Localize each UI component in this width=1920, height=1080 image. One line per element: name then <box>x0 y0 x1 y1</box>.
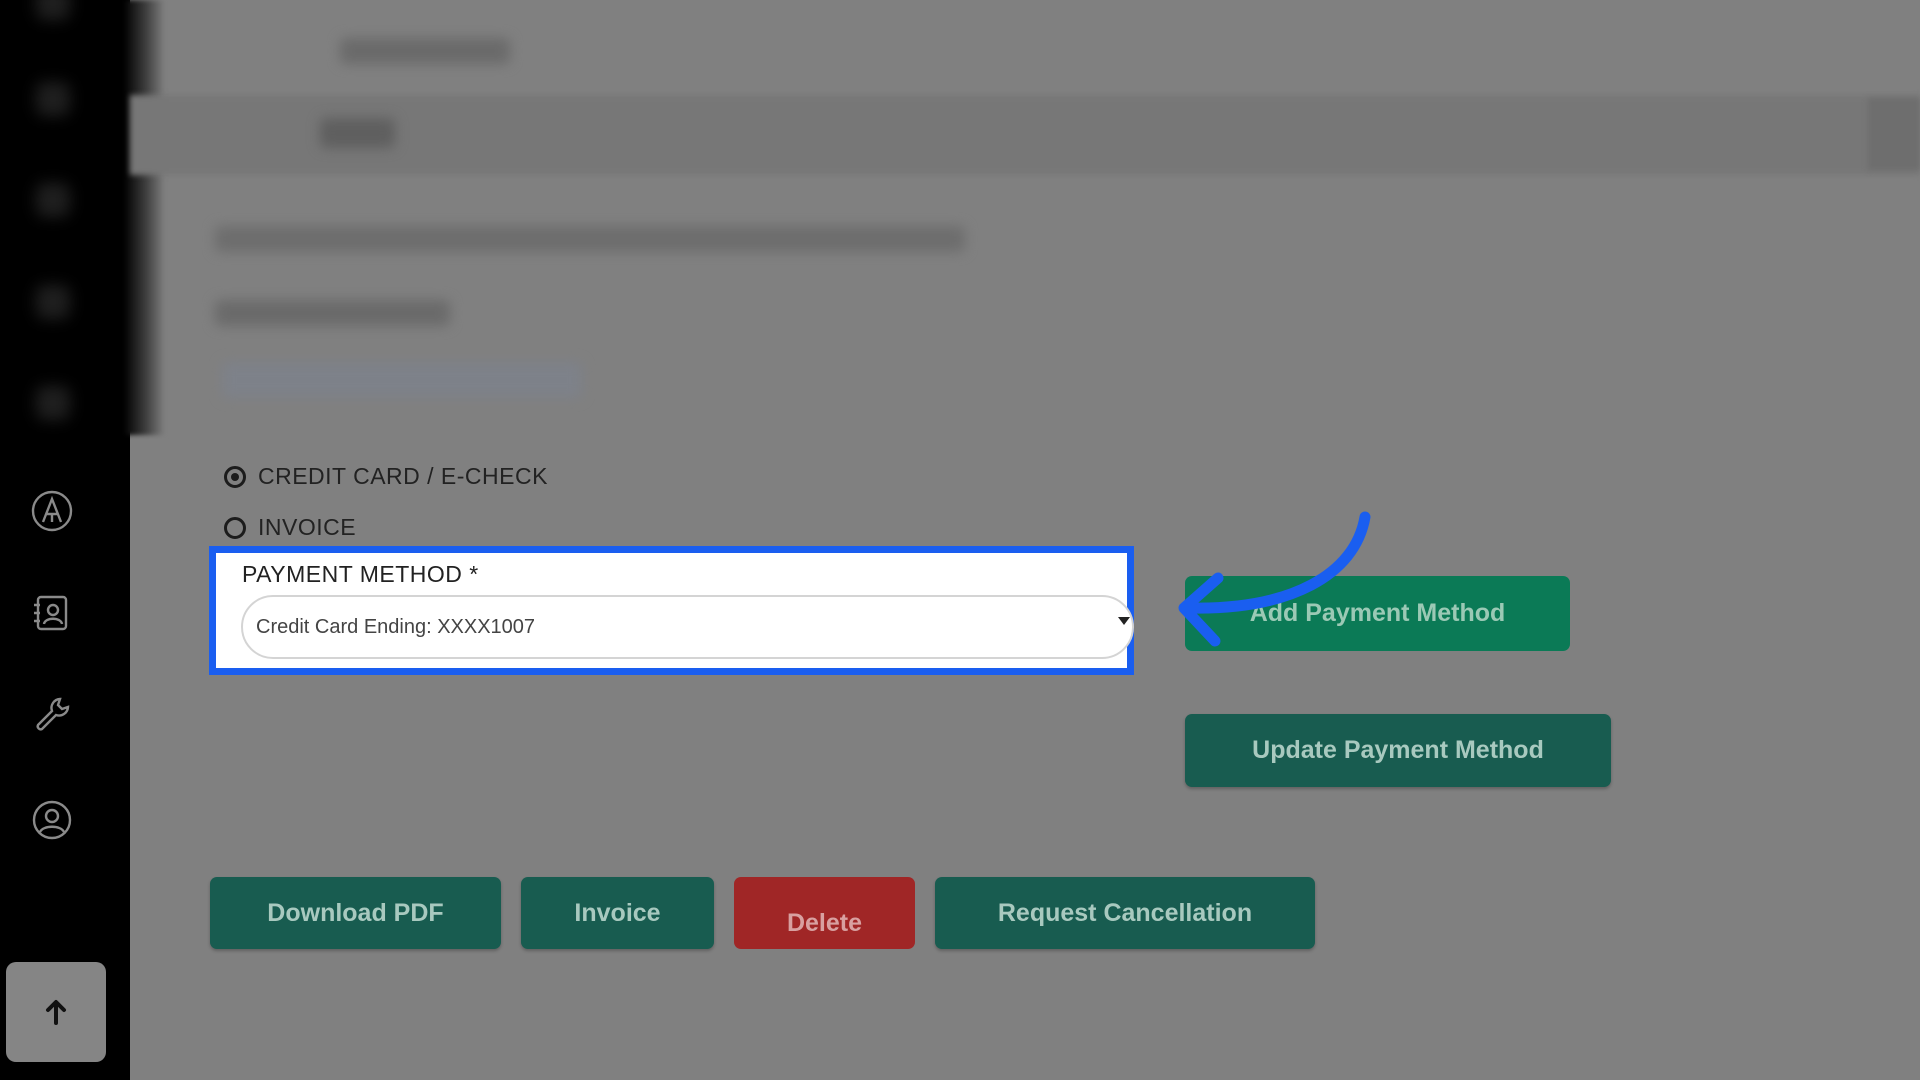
blurred-nav-icon <box>36 82 70 116</box>
radio-credit-card[interactable]: CREDIT CARD / E-CHECK <box>224 463 548 490</box>
blurred-tab-strip <box>130 95 1920 175</box>
blurred-tab-strip-end <box>1868 98 1920 170</box>
delete-button[interactable]: Delete <box>734 877 915 949</box>
blurred-nav-icon <box>36 0 70 20</box>
payment-method-label: PAYMENT METHOD * <box>242 561 479 587</box>
blurred-description-text <box>215 226 965 252</box>
payment-method-select[interactable]: Credit Card Ending: XXXX1007 <box>241 595 1134 659</box>
blurred-section-label <box>215 300 450 326</box>
radio-button-unselected[interactable] <box>224 516 246 539</box>
user-circle-icon[interactable] <box>30 798 74 842</box>
radio-invoice[interactable]: INVOICE <box>224 514 356 541</box>
blurred-nav-icon <box>36 183 70 217</box>
scroll-to-top-button[interactable] <box>6 962 106 1062</box>
blurred-nav-icon <box>36 285 70 319</box>
callout-arrow-icon <box>1178 511 1371 647</box>
blurred-page-title <box>340 38 510 64</box>
radio-invoice-label: INVOICE <box>258 514 357 540</box>
blurred-nav-icon <box>36 386 70 420</box>
blurred-tab <box>320 118 395 148</box>
contacts-book-icon[interactable] <box>30 591 74 635</box>
blurred-link <box>222 362 582 398</box>
letter-a-circle-icon[interactable] <box>30 489 74 533</box>
invoice-button[interactable]: Invoice <box>521 877 714 949</box>
sidebar-blurred-region <box>0 0 165 435</box>
chevron-down-icon[interactable] <box>1118 617 1130 625</box>
update-payment-method-button[interactable]: Update Payment Method <box>1185 714 1611 787</box>
payment-method-highlight: PAYMENT METHOD * Credit Card Ending: XXX… <box>209 546 1134 675</box>
request-cancellation-button[interactable]: Request Cancellation <box>935 877 1315 949</box>
payment-method-value: Credit Card Ending: XXXX1007 <box>256 615 536 638</box>
radio-button-selected[interactable] <box>224 465 246 488</box>
wrench-icon[interactable] <box>30 693 74 737</box>
arrow-up-icon <box>46 1000 66 1025</box>
radio-credit-card-label: CREDIT CARD / E-CHECK <box>258 463 548 489</box>
sidebar <box>0 0 165 1080</box>
download-pdf-button[interactable]: Download PDF <box>210 877 501 949</box>
